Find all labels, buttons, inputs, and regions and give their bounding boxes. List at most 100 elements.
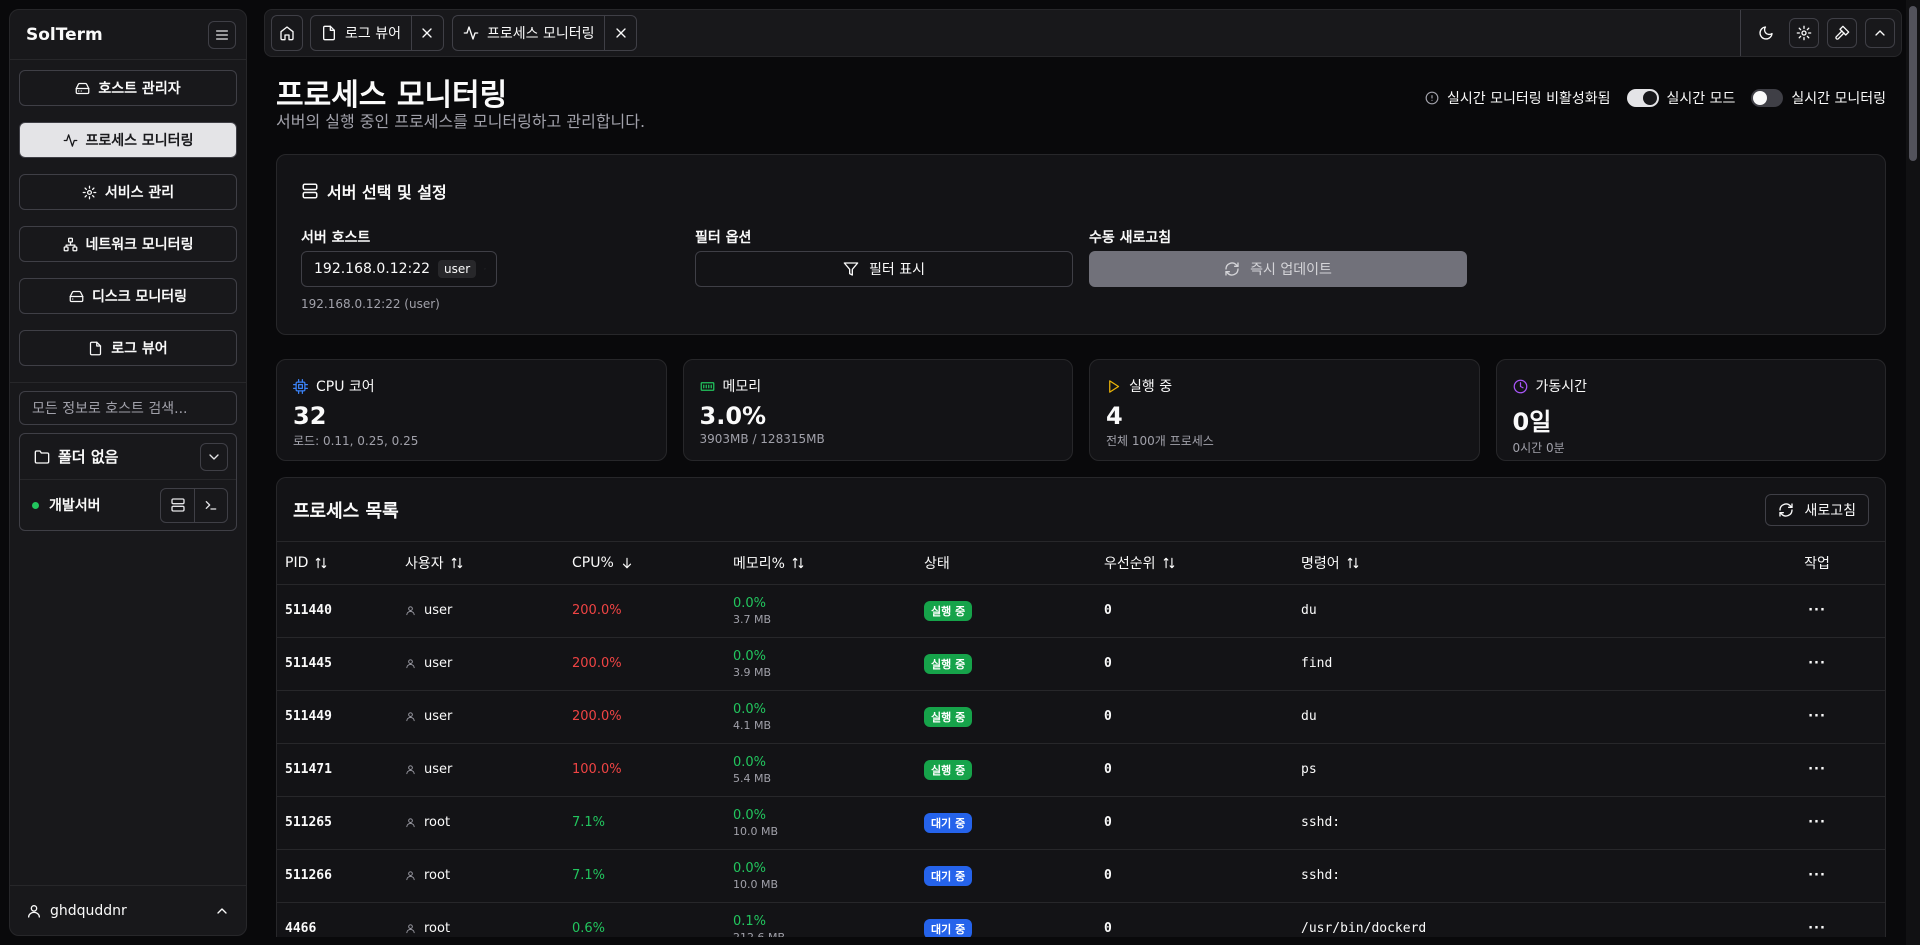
table-row[interactable]: 511449 user 200.0% 0.0% 4.1 MB 실행 중 0 du ···: [277, 690, 1885, 744]
nav-process-monitoring[interactable]: 프로세스 모니터링: [19, 122, 237, 158]
collapse-topbar-button[interactable]: [1865, 18, 1895, 48]
moon-icon: [1759, 26, 1773, 40]
settings-button[interactable]: [1789, 18, 1819, 48]
host-server-button[interactable]: [161, 489, 194, 522]
tab-close-button[interactable]: [410, 16, 443, 50]
theme-toggle-button[interactable]: [1751, 18, 1781, 48]
scrollbar-thumb[interactable]: [1909, 6, 1917, 161]
status-badge: 실행 중: [924, 600, 973, 621]
cell-command: ps: [1301, 743, 1749, 797]
table-row[interactable]: 511440 user 200.0% 0.0% 3.7 MB 실행 중 0 du ···: [277, 584, 1885, 638]
col-command[interactable]: 명령어: [1301, 542, 1749, 585]
table-row[interactable]: 4466 root 0.6% 0.1% 212.6 MB 대기 중 0/usr/bin/do…: [277, 902, 1885, 937]
tab-label-wrap: 프로세스 모니터링: [453, 23, 605, 43]
user-icon: [406, 818, 415, 828]
table-row[interactable]: 511471 user 100.0% 0.0% 5.4 MB 실행 중 0 ps ···: [277, 743, 1885, 797]
cell-pid: 511440: [277, 584, 405, 638]
refresh-button[interactable]: 새로고침: [1765, 493, 1869, 526]
mem-percent: 0.0%: [733, 860, 767, 876]
server-icon: [302, 183, 318, 199]
stat-subtext: 0시간 0분: [1512, 441, 1565, 455]
tab-close-button[interactable]: [604, 16, 636, 50]
mem-size: 10.0 MB: [733, 824, 779, 838]
info-icon: [1425, 91, 1439, 105]
table-row[interactable]: 511445 user 200.0% 0.0% 3.9 MB 실행 중 0 find ···: [277, 637, 1885, 691]
tab-log-viewer[interactable]: 로그 뷰어: [310, 15, 444, 51]
show-filter-button[interactable]: 필터 표시: [695, 251, 1073, 287]
cell-priority: 0: [1104, 902, 1301, 937]
home-button[interactable]: [271, 15, 303, 51]
cell-pid: 511471: [277, 743, 405, 797]
user-icon: [406, 606, 415, 616]
cell-user: root: [405, 902, 572, 937]
host-actions: [160, 487, 228, 523]
mem-size: 212.6 MB: [733, 930, 786, 938]
tab-bar: 로그 뷰어 프로세스 모니터링: [264, 9, 1902, 57]
col-label: 메모리%: [733, 555, 785, 572]
host-search-input[interactable]: 모든 정보로 호스트 검색...: [19, 391, 237, 425]
cell-user: user: [405, 743, 572, 797]
cell-pid: 4466: [277, 902, 405, 937]
row-actions-button[interactable]: ···: [1808, 815, 1826, 830]
row-actions-button[interactable]: ···: [1808, 656, 1826, 671]
update-now-button[interactable]: 즉시 업데이트: [1089, 251, 1467, 287]
cell-command: /usr/bin/dockerd: [1301, 902, 1749, 937]
realtime-controls: 실시간 모니터링 비활성화됨 실시간 모드 실시간 모니터링: [1425, 88, 1886, 108]
cell-priority: 0: [1104, 743, 1301, 797]
stat-label: 가동시간: [1535, 379, 1588, 395]
nav-network-monitoring[interactable]: 네트워크 모니터링: [19, 226, 237, 262]
user-icon: [406, 924, 415, 934]
folder-name: 폴더 없음: [58, 448, 119, 466]
col-user[interactable]: 사용자: [405, 542, 572, 585]
cell-cpu: 200.0%: [572, 690, 733, 744]
nav-disk-monitoring[interactable]: 디스크 모니터링: [19, 278, 237, 314]
cell-priority: 0: [1104, 690, 1301, 744]
process-table-body: 511440 user 200.0% 0.0% 3.7 MB 실행 중 0 du ··· 5114…: [277, 584, 1885, 937]
realtime-monitor-switch[interactable]: [1751, 89, 1784, 107]
tab-process-monitoring[interactable]: 프로세스 모니터링: [451, 15, 638, 51]
refresh-button-label: 새로고침: [1804, 502, 1856, 519]
stat-uptime-card: 가동시간 0일 0시간 0분: [1495, 359, 1886, 461]
cell-action: ···: [1749, 902, 1885, 937]
cell-memory: 0.0% 4.1 MB: [733, 690, 924, 744]
sidebar-menu-button[interactable]: [208, 20, 236, 49]
user-menu[interactable]: ghdquddnr: [10, 885, 246, 935]
user-icon: [28, 904, 40, 918]
cell-state: 실행 중: [924, 637, 1104, 691]
col-priority[interactable]: 우선순위: [1104, 542, 1301, 585]
cell-priority: 0: [1104, 637, 1301, 691]
col-memory[interactable]: 메모리%: [733, 542, 924, 585]
realtime-mode-switch[interactable]: [1626, 89, 1659, 107]
stat-value: 3.0%: [699, 402, 767, 430]
folder-collapse-button[interactable]: [200, 442, 228, 471]
cpu-value: 200.0%: [572, 656, 622, 671]
row-actions-button[interactable]: ···: [1808, 868, 1826, 883]
pid-value: 511266: [285, 868, 332, 883]
realtime-status-text: 실시간 모니터링 비활성화됨: [1447, 91, 1611, 107]
row-actions-button[interactable]: ···: [1808, 709, 1826, 724]
host-select[interactable]: 192.168.0.12:22 user: [301, 251, 497, 287]
host-item[interactable]: 개발서버: [20, 480, 236, 530]
tools-button[interactable]: [1827, 18, 1857, 48]
close-icon: [616, 28, 626, 38]
host-terminal-button[interactable]: [194, 488, 227, 522]
stat-label: 실행 중: [1129, 379, 1173, 395]
nav-host-manager[interactable]: 호스트 관리자: [19, 70, 237, 106]
table-row[interactable]: 511266 root 7.1% 0.0% 10.0 MB 대기 중 0 sshd: ···: [277, 849, 1885, 903]
command-value: sshd:: [1301, 868, 1341, 883]
col-pid[interactable]: PID: [277, 542, 405, 585]
stat-header: 메모리: [700, 376, 1057, 396]
status-badge: 실행 중: [924, 706, 973, 727]
row-actions-button[interactable]: ···: [1808, 603, 1826, 618]
page-scrollbar[interactable]: [1906, 0, 1920, 945]
mem-size: 10.0 MB: [733, 877, 779, 891]
row-actions-button[interactable]: ···: [1808, 762, 1826, 777]
folder-header[interactable]: 폴더 없음: [20, 434, 236, 480]
nav-service-management[interactable]: 서비스 관리: [19, 174, 237, 210]
sort-icon: [1347, 557, 1358, 568]
col-cpu[interactable]: CPU%: [572, 542, 733, 585]
table-row[interactable]: 511265 root 7.1% 0.0% 10.0 MB 대기 중 0 sshd: ···: [277, 796, 1885, 850]
row-actions-button[interactable]: ···: [1808, 921, 1826, 936]
nav-log-viewer[interactable]: 로그 뷰어: [19, 330, 237, 366]
toolbar-actions: [1740, 10, 1895, 56]
